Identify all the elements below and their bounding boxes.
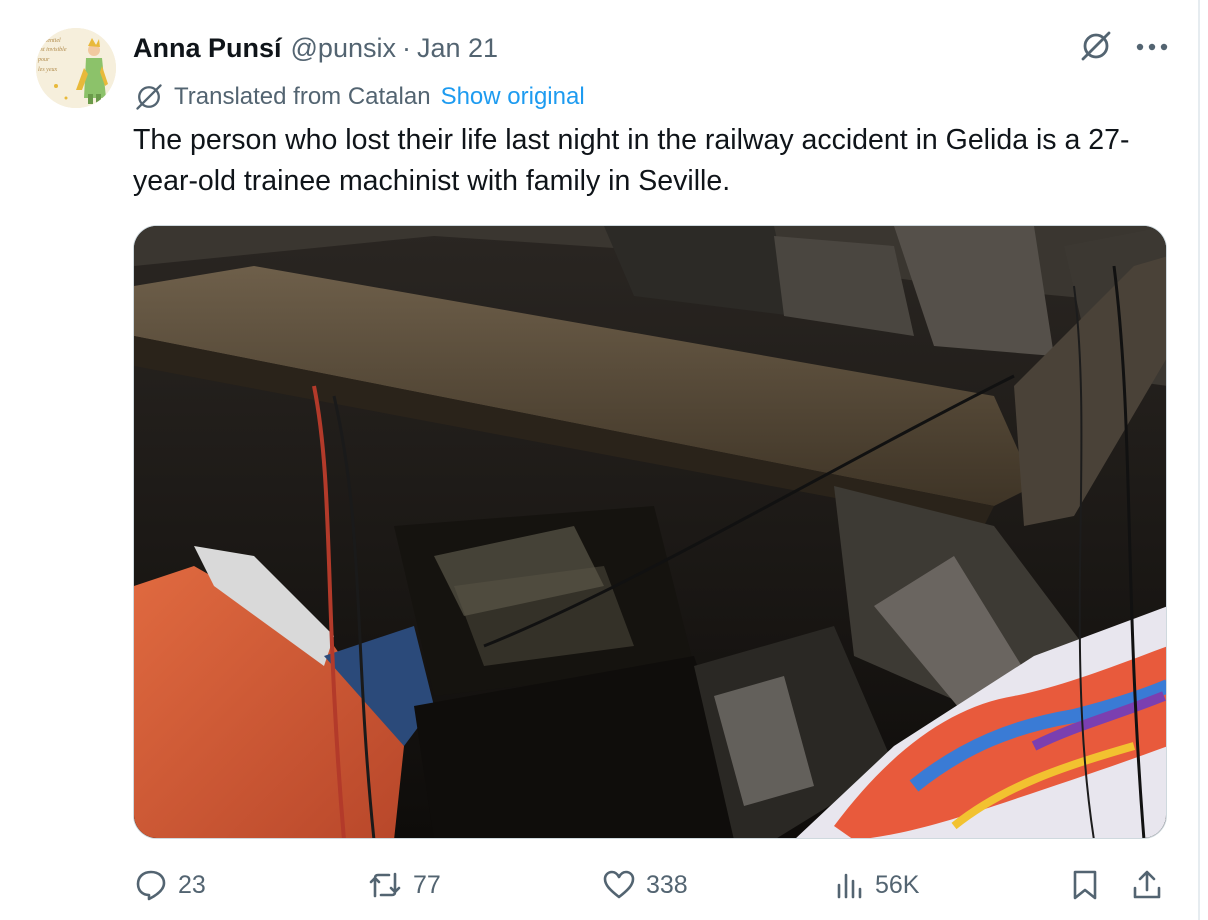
share-icon: [1130, 868, 1164, 902]
show-original-link[interactable]: Show original: [441, 83, 585, 111]
avatar-caption: essentiel: [40, 38, 61, 44]
author-handle[interactable]: @punsix: [291, 33, 396, 64]
avatar[interactable]: essentiel est invisible pour les yeux: [36, 28, 116, 108]
tweet-actions: 23 77 338 56K: [0, 862, 1200, 908]
author-name[interactable]: Anna Punsí: [133, 33, 282, 64]
reply-icon: [134, 868, 168, 902]
tweet-card[interactable]: essentiel est invisible pour les yeux An…: [0, 0, 1200, 920]
tweet-date[interactable]: Jan 21: [417, 33, 498, 64]
translation-label: Translated from Catalan: [174, 83, 431, 110]
repost-icon: [367, 868, 403, 902]
view-count: 56K: [875, 870, 920, 899]
grok-button[interactable]: [1074, 28, 1118, 68]
grok-icon: [1078, 28, 1114, 69]
heart-icon: [602, 869, 636, 901]
translation-notice: Translated from Catalan Show original: [133, 80, 585, 114]
tweet-photo[interactable]: [133, 225, 1167, 839]
reply-button[interactable]: 23: [134, 862, 206, 908]
more-button[interactable]: [1130, 28, 1174, 68]
bookmark-icon: [1070, 868, 1100, 902]
like-count: 338: [646, 870, 688, 899]
like-button[interactable]: 338: [602, 862, 688, 908]
share-button[interactable]: [1130, 862, 1174, 908]
reply-count: 23: [178, 870, 206, 899]
views-icon: [835, 869, 865, 901]
translate-icon: [133, 81, 165, 113]
tweet-header: Anna Punsí @punsix · Jan 21: [133, 30, 498, 66]
tweet-text: The person who lost their life last nigh…: [133, 124, 1130, 197]
separator: ·: [401, 32, 411, 63]
more-icon: [1135, 39, 1169, 57]
avatar-caption: est invisible: [38, 47, 67, 53]
repost-count: 77: [413, 870, 441, 899]
views-button[interactable]: 56K: [835, 862, 919, 908]
bookmark-button[interactable]: [1070, 862, 1110, 908]
avatar-caption: les yeux: [38, 67, 57, 73]
avatar-caption: pour: [37, 57, 50, 63]
repost-button[interactable]: 77: [367, 862, 441, 908]
